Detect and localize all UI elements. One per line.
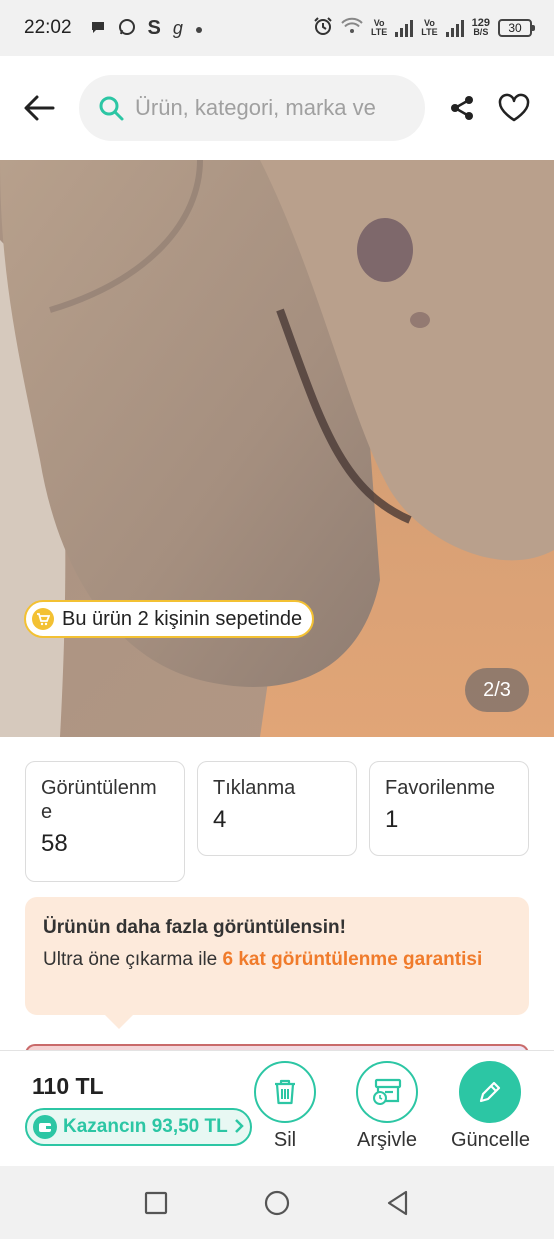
stat-label: Tıklanma — [213, 777, 296, 799]
network-speed: 129 B/S — [472, 18, 490, 37]
search-icon — [99, 96, 124, 121]
search-input[interactable] — [135, 95, 395, 121]
bottom-action-bar: 110 TL Kazancın 93,50 TL Sil Arşivle Gün… — [0, 1050, 554, 1166]
product-price: 110 TL — [32, 1073, 104, 1099]
status-bar: 22:02 S g Vo LTE Vo LTE 129 B/S 30 — [0, 0, 554, 56]
archive-icon — [373, 1078, 402, 1105]
stat-value: 1 — [385, 806, 399, 833]
promo-highlight: 6 kat görüntülenme garantisi — [222, 949, 483, 970]
back-button[interactable] — [18, 87, 60, 129]
home-icon — [264, 1190, 290, 1215]
whatsapp-icon — [118, 18, 136, 39]
archive-label: Arşivle — [356, 1129, 417, 1151]
stat-value: 58 — [41, 830, 68, 857]
system-icons: Vo LTE Vo LTE 129 B/S 30 — [313, 16, 535, 41]
signal-icon — [445, 19, 464, 37]
cart-badge-text: Bu ürün 2 kişinin sepetinde — [62, 607, 303, 630]
cart-count-badge: Bu ürün 2 kişinin sepetinde — [24, 600, 315, 638]
s-app-icon: S — [147, 17, 161, 39]
g-app-icon: g — [172, 18, 183, 38]
delete-button[interactable]: Sil — [254, 1061, 316, 1152]
update-circle[interactable] — [459, 1061, 522, 1123]
archive-button[interactable]: Arşivle — [356, 1061, 418, 1152]
volte-label-1: Vo LTE — [370, 18, 388, 37]
promo-text: Ultra öne çıkarma ile 6 kat görüntülenme… — [43, 949, 511, 971]
volte-label-2: Vo LTE — [421, 18, 438, 37]
chevron-right-icon — [234, 1114, 244, 1140]
image-pager: 2/3 — [465, 668, 529, 712]
product-photo — [0, 160, 554, 737]
wallet-icon — [33, 1115, 57, 1139]
home-button[interactable] — [257, 1183, 297, 1223]
stat-views: Görüntülenm e 58 — [25, 761, 185, 882]
alarm-icon — [313, 16, 333, 41]
product-image[interactable]: Bu ürün 2 kişinin sepetinde 2/3 — [0, 160, 554, 737]
update-button[interactable]: Güncelle — [451, 1061, 530, 1152]
promo-title: Ürünün daha fazla görüntülensin! — [43, 917, 346, 938]
wifi-icon — [341, 17, 363, 40]
dot-icon — [195, 20, 203, 37]
stat-favorites: Favorilenme 1 — [369, 761, 529, 856]
share-button[interactable] — [442, 88, 482, 128]
stat-label: Görüntülenm e — [41, 777, 157, 823]
heart-icon — [498, 93, 530, 122]
system-nav-bar — [0, 1166, 554, 1239]
search-bar[interactable] — [79, 75, 425, 141]
earnings-button[interactable]: Kazancın 93,50 TL — [25, 1108, 252, 1146]
archive-circle[interactable] — [356, 1061, 418, 1123]
nav-back-button[interactable] — [378, 1183, 418, 1223]
status-time: 22:02 — [24, 17, 72, 38]
delete-label: Sil — [273, 1129, 297, 1151]
pencil-icon — [480, 1081, 501, 1103]
favorite-button[interactable] — [494, 88, 534, 128]
notification-icons: S g — [90, 18, 203, 39]
stat-label: Favorilenme — [385, 777, 496, 799]
battery-level: 30 — [508, 21, 522, 35]
update-label: Güncelle — [451, 1129, 530, 1151]
message-icon — [90, 19, 106, 38]
share-icon — [451, 96, 473, 120]
stats-section: Görüntülenm e 58 Tıklanma 4 Favorilenme … — [25, 761, 529, 883]
trash-icon — [275, 1079, 295, 1105]
battery-icon: 30 — [498, 19, 535, 37]
delete-circle[interactable] — [254, 1061, 316, 1123]
signal-icon — [395, 19, 414, 37]
back-arrow-icon — [24, 95, 55, 121]
top-header — [0, 56, 554, 160]
back-icon — [388, 1190, 408, 1215]
stat-value: 4 — [213, 806, 227, 833]
cart-icon — [32, 608, 54, 630]
promo-text-prefix: Ultra öne çıkarma ile — [43, 949, 223, 970]
speed-unit: B/S — [473, 27, 489, 37]
stat-clicks: Tıklanma 4 — [197, 761, 357, 856]
recent-apps-icon — [144, 1191, 167, 1214]
promo-banner[interactable]: Ürünün daha fazla görüntülensin! Ultra ö… — [25, 897, 529, 1029]
earnings-text: Kazancın 93,50 TL — [63, 1116, 228, 1137]
recent-apps-button[interactable] — [136, 1183, 176, 1223]
